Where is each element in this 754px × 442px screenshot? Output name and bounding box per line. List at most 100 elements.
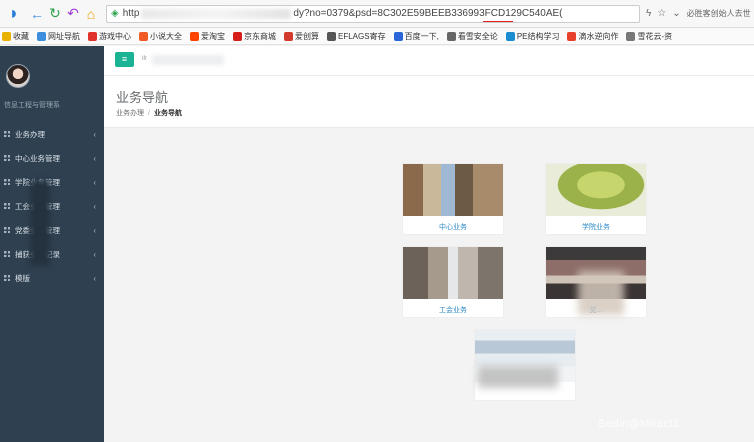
baidu-icon (393, 31, 403, 41)
bookmark-label: PE结构学习 (516, 31, 560, 41)
bookmark-star-icon[interactable]: ☆ (657, 8, 666, 19)
watermark: Sedin@Miracl3 (598, 418, 680, 430)
sidebar-item[interactable]: 中心业务管理 ‹ (0, 146, 104, 170)
url-input[interactable]: ◈ http dy?no= 0379 &psd=8C302E59BEEB3369… (106, 4, 640, 23)
book-icon (139, 31, 148, 41)
avatar[interactable] (6, 64, 30, 88)
sidebar-toggle-button[interactable]: ≡ (115, 52, 134, 67)
card-label: 学院业务 (582, 224, 610, 231)
star-icon (2, 31, 11, 41)
bookmark-item[interactable]: 滴水逆向作 (567, 31, 618, 42)
bookmark-label: 爱创算 (295, 31, 319, 41)
sidebar-item[interactable]: 学院业务管理‹ (0, 170, 104, 194)
breadcrumb-link[interactable]: 业务办理 (116, 110, 144, 117)
jd-icon (233, 31, 242, 41)
chevron-left-icon: ‹ (93, 201, 96, 211)
top-navbar: ≡ ifr (104, 46, 754, 76)
redaction-blur (578, 271, 624, 315)
url-prefix: http (122, 8, 140, 19)
url-fragment: dy?no= (293, 8, 327, 19)
snow-icon (446, 31, 456, 41)
card-image (403, 247, 503, 299)
drop-icon (567, 31, 577, 41)
doc-icon (327, 31, 336, 41)
breadcrumb: 业务办理 / 业务导航 (116, 108, 182, 118)
sidebar: 信息工程与管理系 业务办理‹ 中心业务管理 ‹ 学院业务管理‹工会业务管理‹党委业务管… (0, 46, 104, 442)
card-center-business[interactable]: 中心业务 (402, 163, 504, 235)
bookmark-label: 京东商城 (244, 31, 276, 41)
bookmark-item[interactable]: 雪花云-资 (626, 31, 672, 42)
chevron-left-icon: ‹ (93, 273, 96, 283)
card-label: 中心业务 (439, 224, 467, 231)
chevron-left-icon: ‹ (93, 249, 96, 259)
grid-icon (4, 203, 10, 209)
sidebar-item-label: 模版 (15, 273, 30, 283)
bookmark-item[interactable]: PE结构学习 (505, 31, 560, 42)
card-college-business[interactable]: 学院业务 (545, 163, 647, 235)
bookmark-label: 游戏中心 (99, 31, 131, 41)
url-highlight: 0379 (326, 8, 349, 19)
sidebar-item[interactable]: 业务办理 ‹ (0, 122, 104, 146)
bookmark-item[interactable]: 收藏 (2, 31, 29, 42)
topbar-text: ifr (142, 56, 147, 62)
game-icon (88, 31, 97, 41)
bookmark-item[interactable]: 网址导航 (37, 31, 80, 42)
chevron-left-icon: ‹ (93, 129, 96, 139)
redaction-blur (478, 366, 558, 388)
breadcrumb-current: 业务导航 (153, 110, 182, 117)
bookmark-item[interactable]: 游戏中心 (88, 31, 131, 42)
lightning-icon[interactable]: ϟ (646, 8, 651, 19)
sidebar-item-label: 中心业务管理 (15, 153, 60, 163)
card-capture-business[interactable] (474, 329, 576, 401)
refresh-icon[interactable]: ↻ (46, 5, 64, 23)
bookmark-item[interactable]: 看雪安全论 (446, 31, 498, 42)
bookmark-label: 小说大全 (150, 31, 182, 41)
sidebar-item[interactable]: 模版 ‹ (0, 266, 104, 290)
department-name[interactable]: 信息工程与管理系 (4, 100, 60, 110)
card-image (403, 164, 503, 216)
chevron-left-icon: ‹ (93, 153, 96, 163)
grid-icon (4, 131, 10, 137)
url-redacted (141, 8, 292, 19)
bookmark-item[interactable]: 京东商城 (233, 31, 276, 42)
bookmark-item[interactable]: 小说大全 (139, 31, 182, 42)
red-underline (483, 20, 513, 22)
bookmark-item[interactable]: 爱创算 (284, 31, 319, 42)
pe-icon (505, 31, 515, 41)
grid-icon (4, 275, 10, 281)
grid-icon (4, 179, 10, 185)
home-icon[interactable]: ⌂ (82, 5, 100, 23)
calc-icon (284, 31, 293, 41)
bookmark-label: 雪花云-资 (637, 31, 673, 41)
undo-icon[interactable]: ↶ (64, 5, 82, 23)
grid-icon (4, 155, 10, 161)
sidebar-item[interactable]: 捕获业务记录‹ (0, 242, 104, 266)
sidebar-menu: 业务办理‹ 中心业务管理 ‹ 学院业务管理‹工会业务管理‹党委业务管理‹捕获业务记录‹… (0, 122, 104, 290)
bookmark-label: 滴水逆向作 (578, 31, 619, 41)
back-icon[interactable]: ← (28, 5, 46, 23)
cloud-icon (626, 31, 636, 41)
bookmark-item[interactable]: 爱淘宝 (190, 31, 225, 42)
bookmarks-bar: 收藏 网址导航 游戏中心 小说大全 爱淘宝 京东商城 爱创算 EFLAGS寄存 百度一下, 看雪安… (0, 28, 754, 45)
bookmark-item[interactable]: EFLAGS寄存 (327, 31, 386, 42)
bookmark-label: EFLAGS寄存 (338, 31, 386, 41)
bookmark-label: 看雪安全论 (457, 31, 498, 41)
card-image (546, 164, 646, 216)
address-actions: ϟ ☆ ⌄ (646, 8, 681, 19)
browser-logo-icon: ◗ (8, 3, 20, 23)
bookmark-item[interactable]: 百度一下, (393, 31, 439, 42)
main-content: ≡ ifr 业务导航 业务办理/业务导航 中心业务 学院业务 工会业务 党... (104, 46, 754, 442)
taobao-icon (190, 31, 199, 41)
bookmark-label: 收藏 (13, 31, 29, 41)
bookmark-label: 爱淘宝 (201, 31, 225, 41)
grid-icon (4, 251, 10, 257)
address-bar: ◗ ← ↻ ↶ ⌂ ◈ http dy?no= 0379 &psd=8C302E… (0, 0, 754, 28)
news-headline[interactable]: 必胜客创始人去世 (687, 8, 751, 19)
sidebar-item[interactable]: 工会业务管理‹ (0, 194, 104, 218)
browser-window: ◗ ← ↻ ↶ ⌂ ◈ http dy?no= 0379 &psd=8C302E… (0, 0, 754, 442)
redaction-blur (30, 180, 50, 266)
dropdown-chevron-icon[interactable]: ⌄ (672, 8, 680, 19)
sidebar-item[interactable]: 党委业务管理‹ (0, 218, 104, 242)
card-union-business[interactable]: 工会业务 (402, 246, 504, 318)
secure-shield-icon: ◈ (111, 8, 119, 19)
